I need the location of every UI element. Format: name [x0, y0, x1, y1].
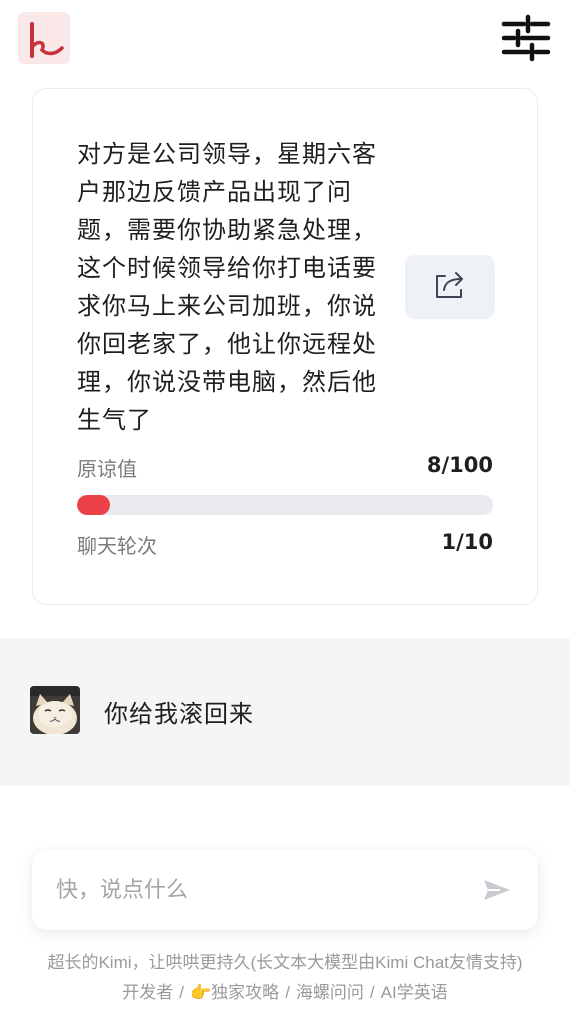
- footer-links: 开发者 / 👉独家攻略 / 海螺问问 / AI学英语: [0, 978, 570, 1008]
- forgiveness-progress-fill: [77, 495, 111, 515]
- scenario-card: 对方是公司领导，星期六客户那边反馈产品出现了问题，需要你协助紧急处理，这个时候领…: [32, 88, 538, 605]
- footer-separator: /: [179, 983, 185, 1002]
- chat-area: 你给我滚回来: [0, 638, 570, 786]
- forgiveness-progress-bar: [77, 495, 493, 515]
- top-bar: [0, 0, 570, 80]
- footer-separator: /: [285, 983, 290, 1002]
- sliders-icon[interactable]: [500, 14, 552, 62]
- kimi-logo-icon[interactable]: [18, 12, 70, 64]
- footer-link-hailuo[interactable]: 海螺问问: [296, 983, 364, 1002]
- rounds-value: 1/10: [441, 530, 493, 554]
- footer-separator: /: [369, 983, 375, 1002]
- footer-link-english[interactable]: AI学英语: [381, 983, 448, 1002]
- rounds-label: 聊天轮次: [77, 534, 157, 558]
- footer-link-developer[interactable]: 开发者: [122, 983, 173, 1002]
- message-composer: [32, 850, 538, 930]
- footer-link-guide[interactable]: 👉独家攻略: [190, 983, 279, 1002]
- share-button[interactable]: [405, 255, 495, 319]
- footer: 超长的Kimi，让哄哄更持久(长文本大模型由Kimi Chat友情支持) 开发者…: [0, 948, 570, 1008]
- scenario-text: 对方是公司领导，星期六客户那边反馈产品出现了问题，需要你协助紧急处理，这个时候领…: [77, 140, 377, 434]
- send-button[interactable]: [476, 872, 516, 908]
- cat-avatar: [30, 686, 80, 734]
- footer-tagline: 超长的Kimi，让哄哄更持久(长文本大模型由Kimi Chat友情支持): [47, 953, 523, 972]
- send-icon: [476, 880, 516, 912]
- forgiveness-label: 原谅值: [77, 457, 137, 481]
- share-icon: [433, 270, 467, 304]
- chat-message: 你给我滚回来: [104, 700, 254, 728]
- message-input[interactable]: [56, 868, 456, 912]
- forgiveness-value: 8/100: [426, 453, 493, 477]
